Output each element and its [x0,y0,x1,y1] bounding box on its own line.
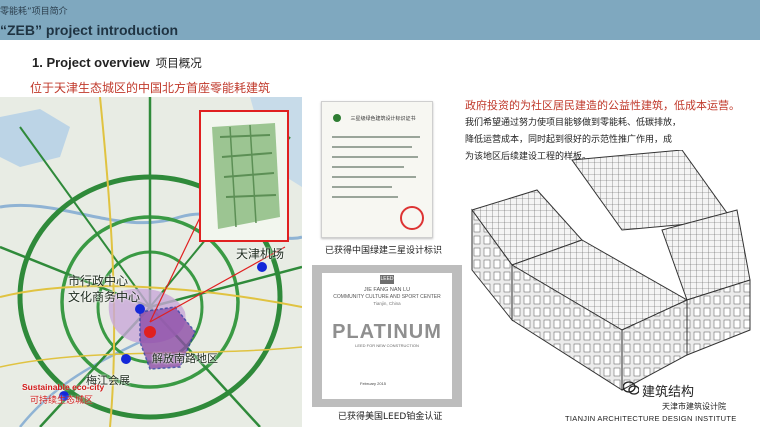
banner-subtitle: 零能耗”项目简介 [0,7,68,17]
map-label-airport: 天津机场 [236,247,285,261]
watermark-brand: 建筑结构 [642,385,695,400]
banner-title: “ZEB” project introduction [0,22,179,38]
wechat-icon [623,381,639,395]
location-map: 天津机场 市行政中心 文化商务中心 解放南路地区 梅江会展 Sustainabl… [0,97,302,427]
leed-date: February 2015 [360,381,387,386]
section-title: 1. Project overview 项目概况 [32,55,202,71]
leed-project-name: JIE FANG NAN LU [363,287,411,293]
city-center-marker [135,304,145,314]
project-marker [144,326,156,338]
green-logo-icon [333,114,341,122]
leed-rating-system: LEED FOR NEW CONSTRUCTION [355,343,419,348]
watermark-institute-en: TIANJIN ARCHITECTURE DESIGN INSTITUTE [565,414,737,423]
section-title-cn: 项目概况 [155,56,202,70]
section-subtitle: 位于天津生态城区的中国北方首座零能耗建筑 [30,81,271,95]
seal-icon [400,206,424,230]
certificate-caption: 已获得中国绿建三星设计标识 [325,246,443,256]
top-banner: 零能耗”项目简介 “ZEB” project introduction [0,0,760,40]
description-heading: 政府投资的为社区居民建造的公益性建筑，低成本运营。 [465,99,740,112]
map-label-eco-city-en: Sustainable eco-city [22,382,105,392]
map-graphic [0,97,302,427]
certificate-heading: 三星级绿色建筑设计标识证书 [350,116,416,122]
meijiang-marker [121,354,131,364]
leed-project-center: COMMUNITY CULTURE AND SPORT CENTER [333,294,441,300]
map-label-eco-city-cn: 可持续生态城区 [30,396,94,406]
building-rendering [471,150,751,391]
leed-level: PLATINUM [332,321,442,343]
map-label-jiefang: 解放南路地区 [152,352,218,365]
description-line: 降低运营成本，同时起到很好的示范性推广作用，成 [465,135,673,145]
leed-logo: LEED [380,275,394,284]
leed-plaque: LEED JIE FANG NAN LU COMMUNITY CULTURE A… [312,265,462,407]
map-label-city-center: 市行政中心 [68,274,129,288]
leed-location: Tianjin, China [373,301,401,306]
airport-marker [257,262,267,272]
description-line: 我们希望通过努力使项目能够做到零能耗、低碳排放， [465,118,682,128]
leed-caption: 已获得美国LEED铂金认证 [338,412,443,422]
section-title-en: 1. Project overview [32,55,150,70]
green-building-certificate: 三星级绿色建筑设计标识证书 [321,101,433,238]
map-label-business-center: 文化商务中心 [68,290,141,304]
watermark-institute-cn: 天津市建筑设计院 [662,402,726,411]
